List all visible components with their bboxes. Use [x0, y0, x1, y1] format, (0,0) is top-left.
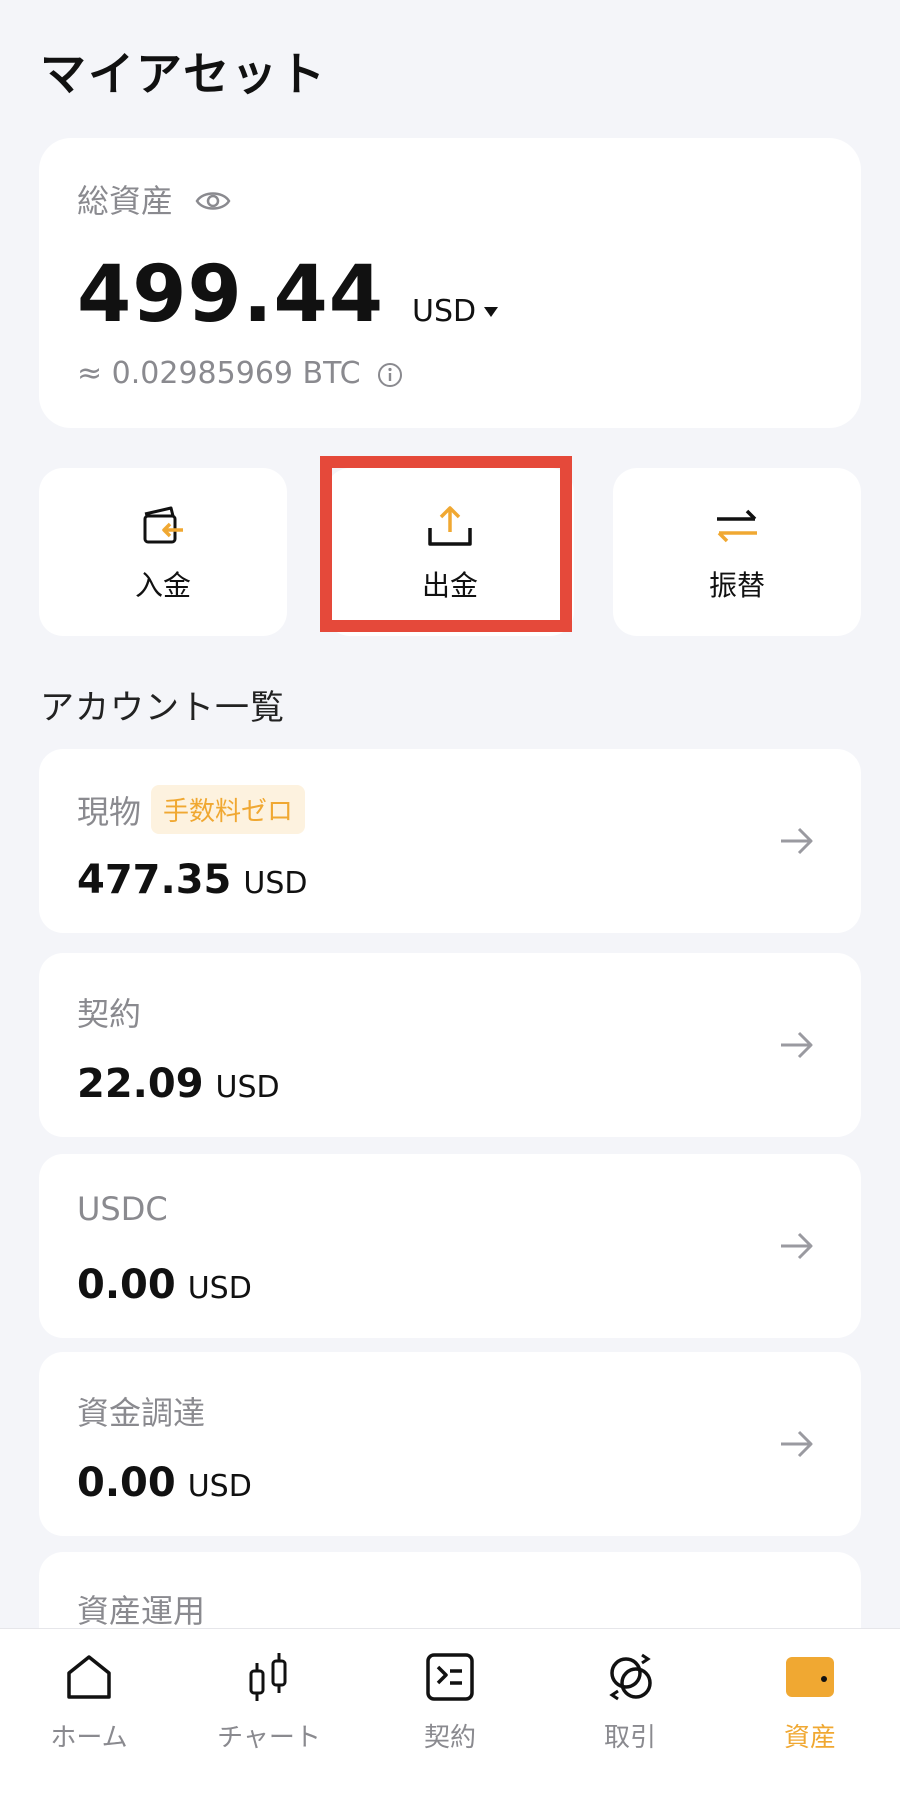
account-name: 資産運用	[77, 1592, 206, 1630]
total-assets-label-row: 総資産	[77, 176, 231, 222]
withdraw-button[interactable]: 出金	[326, 468, 574, 636]
transfer-icon	[717, 509, 757, 543]
upload-icon	[428, 506, 472, 546]
nav-item-home[interactable]: ホーム	[19, 1649, 159, 1754]
eye-icon[interactable]	[195, 185, 231, 213]
nav-label: チャート	[217, 1723, 321, 1753]
total-amount-row: 499.44 USD	[77, 250, 499, 340]
account-unit: USD	[215, 1070, 280, 1105]
total-assets-value: 499.44	[77, 250, 384, 340]
contract-icon	[426, 1653, 474, 1701]
account-balance: 0.00 USD	[77, 1262, 252, 1308]
home-icon	[67, 1655, 111, 1699]
candlestick-icon	[249, 1653, 287, 1701]
nav-label: ホーム	[50, 1723, 128, 1753]
nav-item-contract[interactable]: 契約	[380, 1649, 520, 1754]
nav-item-assets[interactable]: 資産	[740, 1649, 880, 1754]
account-name-row: 資産運用	[77, 1586, 205, 1632]
zero-fee-badge: 手数料ゼロ	[151, 785, 306, 834]
btc-equivalent-row: ≈ 0.02985969 BTC	[77, 356, 403, 391]
account-balance: 0.00 USD	[77, 1460, 252, 1506]
deposit-button[interactable]: 入金	[39, 468, 287, 636]
nav-item-trade[interactable]: 取引	[560, 1649, 700, 1754]
account-value: 0.00	[77, 1262, 176, 1308]
account-name-row: USDC	[77, 1190, 168, 1228]
caret-down-icon	[484, 306, 499, 317]
account-card-contract[interactable]: 契約 22.09 USD	[39, 953, 861, 1137]
account-name-row: 資金調達	[77, 1388, 205, 1434]
page-title: マイアセット	[40, 47, 328, 101]
nav-label: 資産	[783, 1723, 836, 1753]
account-list-title: アカウント一覧	[40, 688, 285, 728]
currency-selector[interactable]: USD	[412, 294, 499, 329]
transfer-label: 振替	[708, 569, 765, 602]
account-balance: 477.35 USD	[77, 857, 307, 903]
account-name-row: 現物 手数料ゼロ	[77, 785, 306, 834]
deposit-icon	[143, 506, 183, 544]
nav-label: 契約	[423, 1723, 476, 1753]
exchange-icon	[609, 1653, 652, 1701]
arrow-right-icon	[781, 1031, 813, 1059]
account-value: 22.09	[77, 1061, 204, 1107]
account-balance: 22.09 USD	[77, 1061, 280, 1107]
account-unit: USD	[187, 1469, 252, 1504]
nav-item-chart[interactable]: チャート	[199, 1649, 339, 1754]
withdraw-label: 出金	[421, 569, 478, 602]
account-name-row: 契約	[77, 989, 141, 1035]
account-value: 0.00	[77, 1460, 176, 1506]
account-value: 477.35	[77, 857, 232, 903]
btc-equivalent: ≈ 0.02985969 BTC	[77, 356, 361, 391]
transfer-button[interactable]: 振替	[613, 468, 861, 636]
arrow-right-icon	[781, 1232, 813, 1260]
bottom-nav: ホーム チャート 契約 取引 資産	[0, 1628, 900, 1797]
deposit-label: 入金	[134, 569, 191, 602]
arrow-right-icon	[781, 827, 813, 855]
wallet-icon	[786, 1657, 834, 1697]
account-card-spot[interactable]: 現物 手数料ゼロ 477.35 USD	[39, 749, 861, 933]
account-unit: USD	[187, 1271, 252, 1306]
arrow-right-icon	[781, 1430, 813, 1458]
account-name: 資金調達	[77, 1394, 206, 1432]
currency-label: USD	[412, 294, 477, 329]
account-name: USDC	[77, 1190, 168, 1228]
account-card-funding[interactable]: 資金調達 0.00 USD	[39, 1352, 861, 1536]
nav-label: 取引	[603, 1723, 656, 1753]
total-assets-card: 総資産 499.44 USD ≈ 0.02985969 BTC	[39, 138, 861, 428]
account-name: 契約	[77, 995, 142, 1033]
info-icon[interactable]	[377, 361, 403, 387]
account-unit: USD	[243, 866, 308, 901]
total-assets-label: 総資産	[77, 182, 174, 220]
account-card-usdc[interactable]: USDC 0.00 USD	[39, 1154, 861, 1338]
account-name: 現物	[77, 792, 142, 831]
